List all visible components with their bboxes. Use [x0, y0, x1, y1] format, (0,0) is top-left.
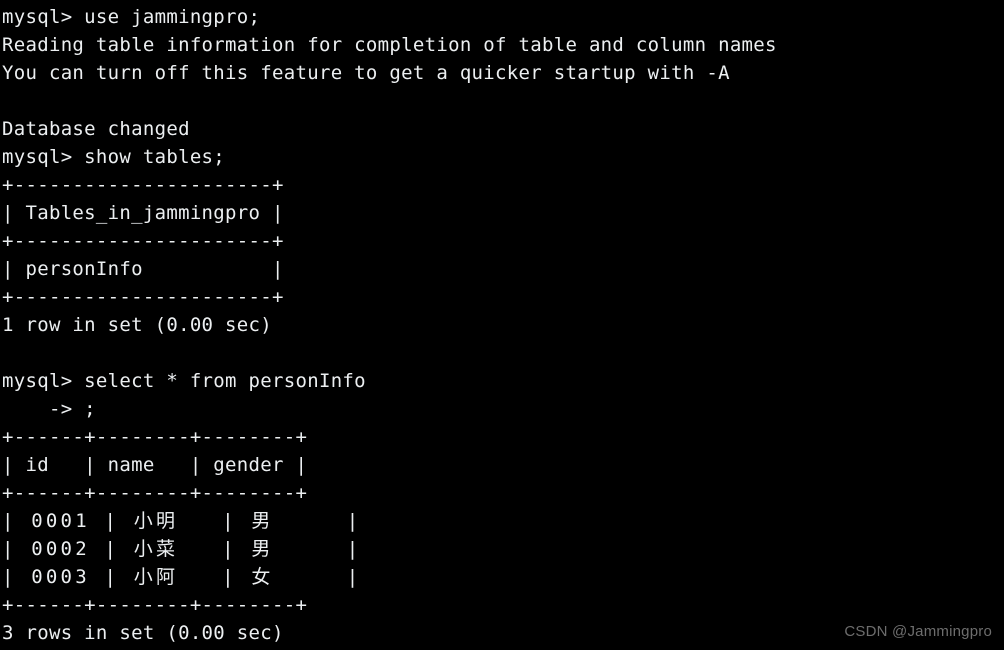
terminal-line-cmd-select: mysql> select * from personInfo: [2, 370, 366, 392]
terminal-line-cmd-select-cont: -> ;: [2, 398, 96, 420]
terminal-output: mysql> use jammingpro; Reading table info…: [0, 3, 1004, 647]
csdn-watermark: CSDN @Jammingpro: [844, 623, 992, 640]
terminal-line-msg-turn-off-hint: You can turn off this feature to get a q…: [2, 62, 730, 84]
terminal-line-tbl2-row-3: | 0003 | 小阿 | 女 |: [2, 566, 362, 588]
terminal-line-tbl2-border-bot: +------+--------+--------+: [2, 594, 308, 616]
terminal-line-tbl2-border-mid: +------+--------+--------+: [2, 482, 308, 504]
terminal-line-blank-1: [0, 87, 1004, 115]
terminal-line-cmd-use-db: mysql> use jammingpro;: [2, 6, 261, 28]
terminal-line-tbl1-header: | Tables_in_jammingpro |: [2, 202, 284, 224]
terminal-line-cmd-show-tables: mysql> show tables;: [2, 146, 226, 168]
terminal-line-tbl2-row-2: | 0002 | 小菜 | 男 |: [2, 538, 362, 560]
terminal-line-tbl2-row-1: | 0001 | 小明 | 男 |: [2, 510, 362, 532]
terminal-line-tbl2-header: | id | name | gender |: [2, 454, 308, 476]
terminal-screen[interactable]: mysql> use jammingpro; Reading table info…: [0, 0, 1004, 650]
terminal-line-msg-reading-table: Reading table information for completion…: [2, 34, 777, 56]
terminal-line-blank-2: [0, 339, 1004, 367]
terminal-line-tbl2-border-top: +------+--------+--------+: [2, 426, 308, 448]
terminal-line-msg-db-changed: Database changed: [2, 118, 190, 140]
terminal-line-tbl1-result: 1 row in set (0.00 sec): [2, 314, 272, 336]
terminal-line-tbl1-border-mid: +----------------------+: [2, 230, 284, 252]
terminal-line-tbl1-border-bot: +----------------------+: [2, 286, 284, 308]
terminal-line-tbl1-border-top: +----------------------+: [2, 174, 284, 196]
terminal-line-tbl1-row-1: | personInfo |: [2, 258, 284, 280]
